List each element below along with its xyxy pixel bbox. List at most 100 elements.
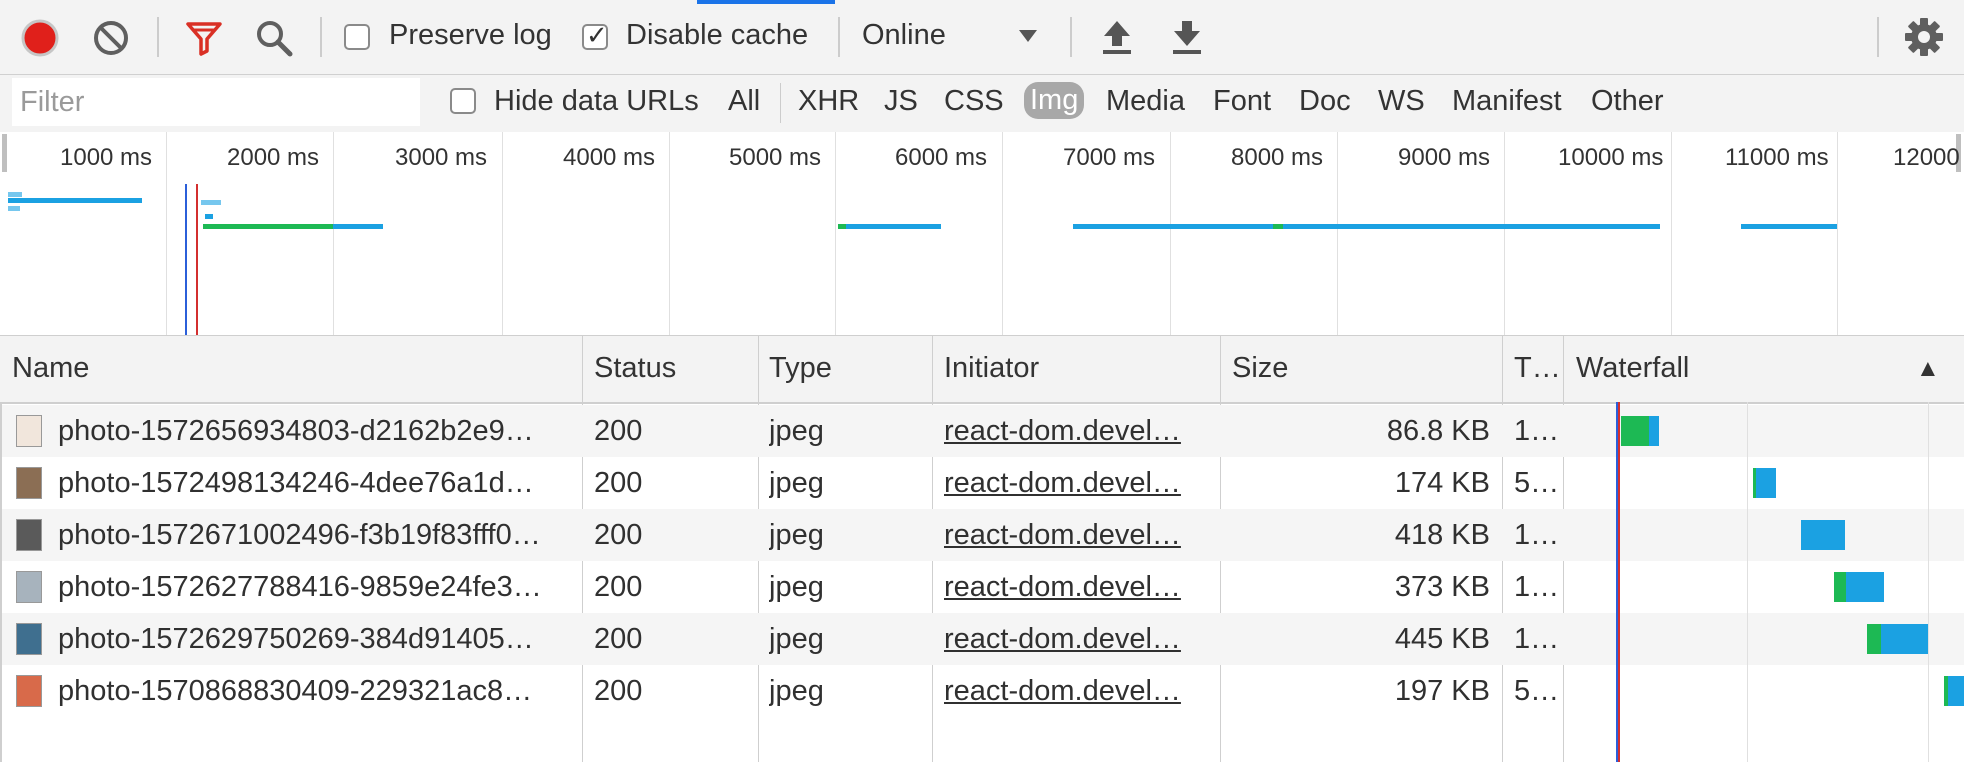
waterfall-gridline [1747, 402, 1748, 762]
import-har-button[interactable] [1100, 18, 1134, 56]
request-initiator-link[interactable]: react-dom.devel… [944, 467, 1181, 500]
toolbar-divider [1070, 17, 1072, 57]
overview-request-bar [1073, 224, 1273, 229]
request-name: photo-1570868830409-229321ac8… [58, 675, 533, 707]
toolbar-divider [838, 17, 840, 57]
column-header-initiator[interactable]: Initiator [944, 352, 1039, 385]
load-event-marker [196, 184, 198, 335]
waterfall-download-bar [1756, 468, 1776, 498]
overview-gridline [333, 132, 334, 335]
throttling-select[interactable]: Online [860, 14, 1040, 60]
overview-gridline [1504, 132, 1505, 335]
waterfall-waiting-bar [1621, 416, 1649, 446]
column-header-status[interactable]: Status [594, 352, 676, 385]
preserve-log-checkbox[interactable] [344, 24, 370, 50]
overview-tick-label: 7000 ms [1063, 144, 1156, 171]
preserve-log-label: Preserve log [389, 19, 552, 51]
record-button[interactable] [20, 18, 60, 58]
overview-gridline [1837, 132, 1838, 335]
filter-bar: Hide data URLs All XHR JS CSS Img Media … [0, 75, 1964, 133]
request-name: photo-1572629750269-384d91405… [58, 623, 534, 655]
type-filter-css[interactable]: CSS [944, 85, 1004, 118]
column-header-type[interactable]: Type [769, 352, 832, 385]
type-filter-ws[interactable]: WS [1378, 85, 1425, 118]
clear-icon [94, 21, 128, 55]
waterfall-gridline [1928, 402, 1929, 762]
dom-content-loaded-marker [185, 184, 187, 335]
export-har-button[interactable] [1170, 18, 1204, 56]
overview-gridline [166, 132, 167, 335]
gear-icon [1905, 18, 1943, 56]
overview-request-bar [333, 224, 383, 229]
record-icon [21, 19, 59, 57]
filter-toggle-button[interactable] [184, 18, 224, 58]
request-initiator-link[interactable]: react-dom.devel… [944, 519, 1181, 552]
clear-button[interactable] [92, 19, 130, 57]
request-initiator-link[interactable]: react-dom.devel… [944, 623, 1181, 656]
type-filter-other[interactable]: Other [1591, 85, 1664, 118]
request-status: 200 [594, 571, 643, 603]
overview-request-bar [201, 200, 221, 205]
request-initiator-link[interactable]: react-dom.devel… [944, 571, 1181, 604]
overview-request-bar [8, 206, 20, 211]
type-filter-font[interactable]: Font [1213, 85, 1271, 118]
table-row[interactable]: photo-1572627788416-9859e24fe3… 200 jpeg… [0, 561, 1964, 613]
overview-gridline [1002, 132, 1003, 335]
toolbar-divider [157, 17, 159, 57]
table-row[interactable]: photo-1570868830409-229321ac8… 200 jpeg … [0, 665, 1964, 717]
overview-tick-label: 3000 ms [395, 144, 488, 171]
overview-request-bar [8, 192, 22, 197]
table-row[interactable]: photo-1572629750269-384d91405… 200 jpeg … [0, 613, 1964, 665]
overview-left-handle[interactable] [2, 134, 7, 172]
waterfall-load-line [1618, 402, 1620, 762]
column-header-name[interactable]: Name [12, 352, 89, 385]
throttling-value: Online [862, 19, 946, 51]
overview-tick-label: 10000 ms [1558, 144, 1664, 171]
overview-gridline [1671, 132, 1672, 335]
table-row[interactable]: photo-1572656934803-d2162b2e9… 200 jpeg … [0, 405, 1964, 457]
overview-tick-label: 4000 ms [563, 144, 656, 171]
request-status: 200 [594, 675, 643, 707]
image-thumbnail-icon [16, 623, 42, 655]
table-row[interactable]: photo-1572671002496-f3b19f83fff0… 200 jp… [0, 509, 1964, 561]
type-filter-img[interactable]: Img [1024, 82, 1085, 119]
overview-gridline [1337, 132, 1338, 335]
settings-button[interactable] [1903, 16, 1945, 58]
image-thumbnail-icon [16, 415, 42, 447]
request-initiator-link[interactable]: react-dom.devel… [944, 675, 1181, 708]
overview-gridline [502, 132, 503, 335]
request-time: 1… [1514, 571, 1560, 603]
requests-table-header: Name Status Type Initiator Size T… Water… [0, 336, 1964, 404]
column-header-size[interactable]: Size [1232, 352, 1288, 385]
table-row[interactable]: photo-1572498134246-4dee76a1d… 200 jpeg … [0, 457, 1964, 509]
request-status: 200 [594, 519, 643, 551]
request-time: 1… [1514, 415, 1560, 447]
type-filter-all[interactable]: All [728, 85, 760, 118]
type-filter-js[interactable]: JS [884, 85, 918, 118]
upload-icon [1103, 21, 1131, 54]
overview-tick-label: 11000 ms [1725, 144, 1829, 171]
disable-cache-checkbox[interactable] [582, 20, 608, 51]
type-filter-xhr[interactable]: XHR [798, 85, 859, 118]
overview-tick-label: 2000 ms [227, 144, 320, 171]
filter-icon [186, 22, 222, 56]
request-status: 200 [594, 623, 643, 655]
filter-input[interactable] [12, 78, 420, 126]
column-header-time[interactable]: T… [1514, 352, 1561, 385]
download-icon [1173, 21, 1201, 54]
hide-data-urls-checkbox[interactable] [450, 88, 476, 114]
chevron-down-icon [1019, 30, 1037, 42]
overview-gridline [1170, 132, 1171, 335]
request-initiator-link[interactable]: react-dom.devel… [944, 415, 1181, 448]
search-button[interactable] [254, 18, 294, 58]
column-header-waterfall[interactable]: Waterfall [1576, 352, 1689, 385]
type-filter-media[interactable]: Media [1106, 85, 1185, 118]
overview-request-bar [205, 214, 213, 219]
overview-request-bar [1273, 224, 1283, 229]
waterfall-download-bar [1649, 416, 1659, 446]
type-filter-manifest[interactable]: Manifest [1452, 85, 1562, 118]
timeline-overview[interactable]: 1000 ms 2000 ms 3000 ms 4000 ms 5000 ms … [0, 132, 1964, 337]
type-filter-doc[interactable]: Doc [1299, 85, 1351, 118]
overview-tick-label: 1000 ms [60, 144, 153, 171]
sort-ascending-icon[interactable]: ▲ [1916, 355, 1940, 383]
